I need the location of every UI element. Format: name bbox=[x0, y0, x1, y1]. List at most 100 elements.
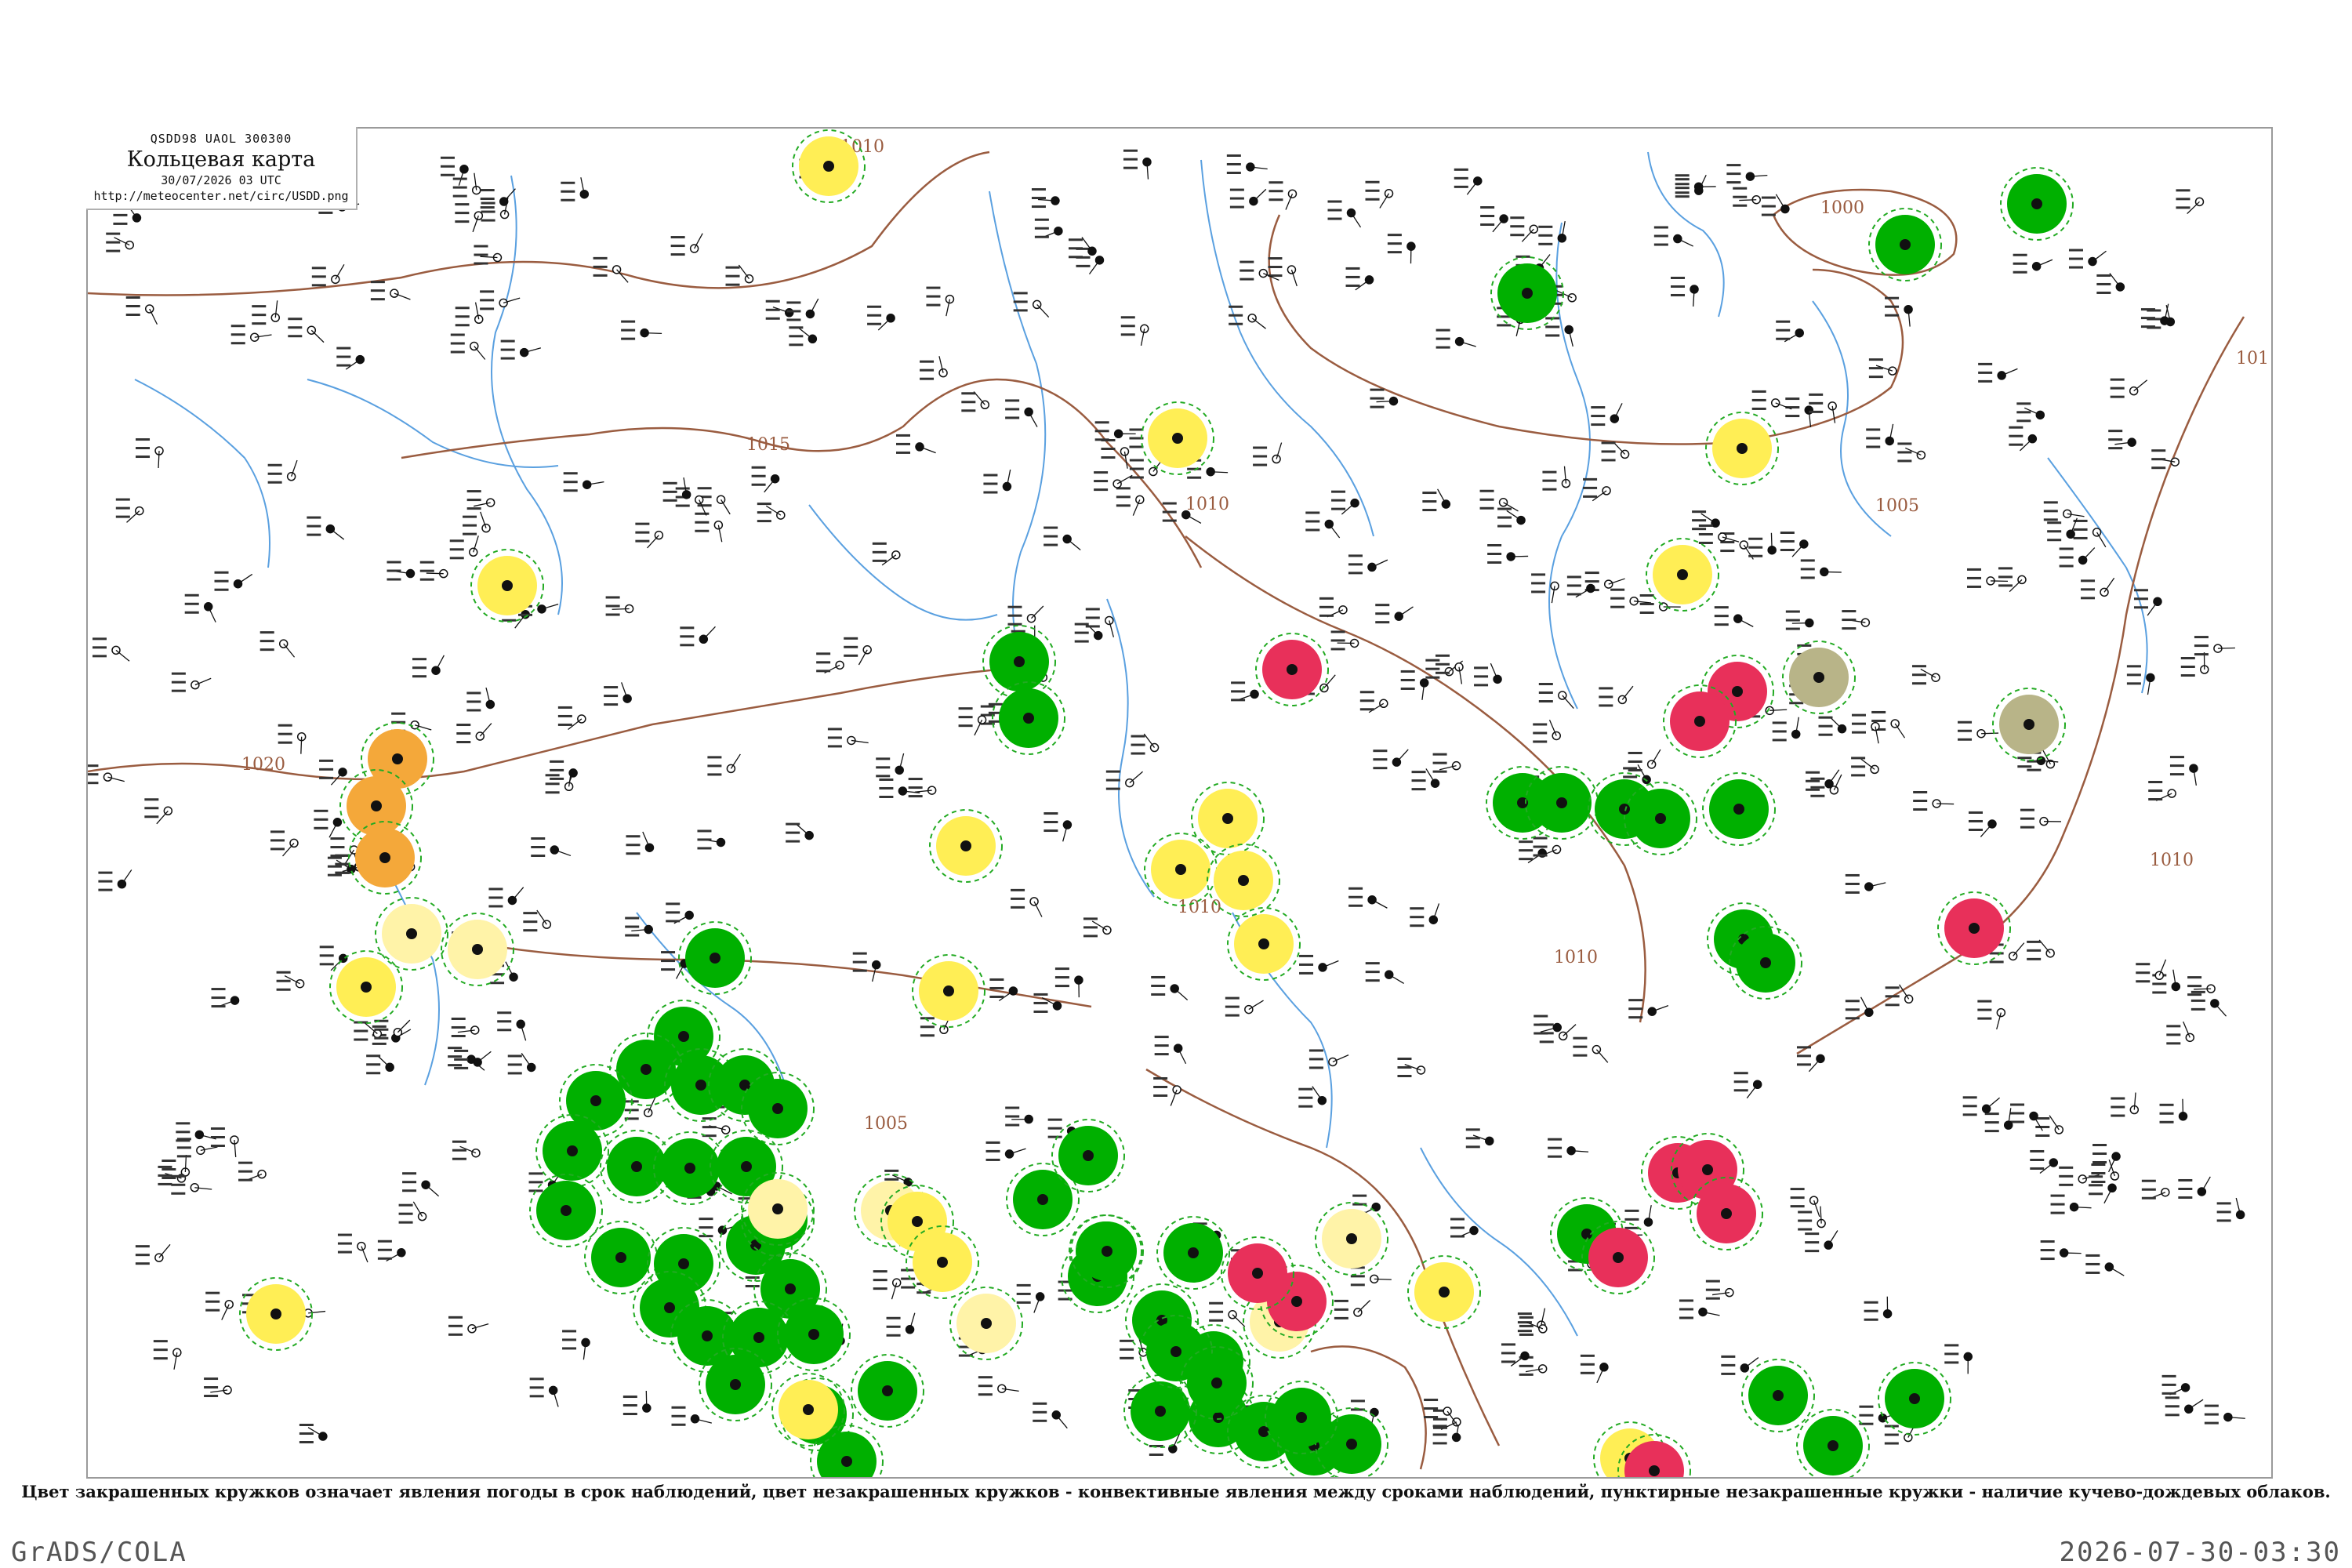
station-value-mark bbox=[920, 368, 935, 372]
station-plot bbox=[2110, 378, 2148, 398]
station-value-mark bbox=[1231, 699, 1246, 702]
station-value-mark bbox=[2161, 1392, 2176, 1395]
station-value-mark bbox=[450, 333, 465, 336]
station-plot bbox=[500, 339, 542, 360]
station-value-mark bbox=[153, 1348, 168, 1352]
station-value-mark bbox=[1871, 719, 1886, 722]
station-value-mark bbox=[1047, 1118, 1062, 1121]
station-value-mark bbox=[1851, 757, 1866, 760]
station-value-mark bbox=[311, 267, 326, 270]
station-value-mark bbox=[1519, 840, 1534, 844]
station-value-mark bbox=[144, 807, 159, 810]
station-value-mark bbox=[448, 1333, 463, 1336]
station-value-mark bbox=[488, 896, 503, 899]
wind-barb bbox=[426, 572, 444, 575]
station-value-mark bbox=[214, 579, 229, 583]
station-value-mark bbox=[2136, 963, 2151, 966]
station-value-mark bbox=[2169, 756, 2184, 759]
station-value-mark bbox=[989, 986, 1004, 989]
station-plot bbox=[2148, 781, 2176, 801]
wind-barb bbox=[238, 573, 253, 585]
station-plot bbox=[115, 498, 144, 523]
station-value-mark bbox=[1397, 1057, 1412, 1060]
station-value-mark bbox=[136, 447, 151, 450]
isobar-label: 1010 bbox=[1554, 948, 1598, 967]
station-symbol bbox=[567, 1145, 578, 1156]
station-value-mark bbox=[176, 1146, 191, 1149]
station-value-mark bbox=[448, 1316, 463, 1319]
station-value-mark bbox=[844, 645, 858, 648]
wind-barb bbox=[1248, 1000, 1264, 1011]
station-value-mark bbox=[707, 773, 722, 776]
station-value-mark bbox=[1776, 328, 1791, 332]
station-value-mark bbox=[466, 490, 481, 493]
station-value-mark bbox=[671, 1406, 686, 1409]
station-value-mark bbox=[466, 499, 481, 502]
station-value-mark bbox=[622, 1396, 637, 1399]
station-value-mark bbox=[481, 201, 495, 205]
station-value-mark bbox=[1542, 470, 1557, 474]
station-plot bbox=[1436, 328, 1476, 349]
wind-barb bbox=[2082, 547, 2096, 561]
station-value-mark bbox=[1533, 731, 1548, 735]
station-plot bbox=[1978, 362, 2018, 383]
station-value-mark bbox=[144, 798, 159, 801]
station-plot bbox=[1387, 234, 1416, 264]
station-value-mark bbox=[1519, 1373, 1534, 1376]
station-plot bbox=[529, 1377, 559, 1407]
station-plot bbox=[1120, 316, 1149, 346]
station-value-mark bbox=[88, 764, 99, 768]
station-value-mark bbox=[1330, 648, 1345, 651]
station-value-mark bbox=[270, 830, 285, 833]
station-value-mark bbox=[2020, 808, 2034, 811]
station-value-mark bbox=[497, 1020, 512, 1023]
station-plot bbox=[1705, 1279, 1734, 1300]
station-value-mark bbox=[1776, 337, 1791, 340]
station-value-mark bbox=[786, 840, 800, 843]
station-value-mark bbox=[1031, 205, 1046, 209]
station-value-mark bbox=[725, 266, 740, 269]
station-value-mark bbox=[1958, 720, 1973, 724]
station-value-mark bbox=[1714, 623, 1729, 626]
station-value-mark bbox=[1624, 1209, 1639, 1212]
station-value-mark bbox=[1105, 787, 1120, 790]
station-plot bbox=[1748, 532, 1777, 557]
station-symbol bbox=[1556, 797, 1567, 808]
isobar-label: 1005 bbox=[1875, 496, 1919, 516]
station-plot bbox=[153, 1340, 182, 1370]
station-value-mark bbox=[2161, 1383, 2176, 1386]
station-value-mark bbox=[500, 339, 515, 343]
station-plot bbox=[1548, 1138, 1589, 1158]
station-value-mark bbox=[1240, 260, 1254, 263]
station-symbol bbox=[1773, 1390, 1784, 1401]
map-url[interactable]: http://meteocenter.net/circ/USDD.png bbox=[86, 189, 356, 203]
station-plot bbox=[366, 1054, 394, 1075]
station-value-mark bbox=[1580, 1363, 1595, 1366]
station-value-mark bbox=[1044, 812, 1058, 815]
station-value-mark bbox=[210, 1127, 225, 1131]
station-plot bbox=[1911, 665, 1940, 685]
station-value-mark bbox=[1229, 205, 1244, 209]
station-value-mark bbox=[2187, 985, 2202, 988]
wind-barb bbox=[644, 332, 662, 335]
station-value-mark bbox=[1044, 543, 1058, 546]
station-plot bbox=[440, 156, 469, 186]
wind-barb bbox=[425, 1184, 440, 1197]
station-value-mark bbox=[184, 602, 199, 605]
station-value-mark bbox=[1591, 406, 1606, 409]
station-value-mark bbox=[1519, 1316, 1534, 1319]
station-value-mark bbox=[1818, 716, 1833, 719]
station-value-mark bbox=[2091, 1163, 2106, 1167]
station-value-mark bbox=[1842, 619, 1857, 622]
station-plot bbox=[1397, 1057, 1426, 1077]
station-plot bbox=[695, 512, 724, 543]
station-value-mark bbox=[1131, 752, 1145, 755]
station-value-mark bbox=[1911, 682, 1926, 685]
station-value-mark bbox=[1432, 1433, 1447, 1436]
station-value-mark bbox=[1334, 1308, 1348, 1311]
wind-barb bbox=[1737, 618, 1754, 627]
station-symbol bbox=[981, 1318, 992, 1329]
station-value-mark bbox=[1545, 325, 1560, 328]
station-plot bbox=[448, 1316, 489, 1336]
station-value-mark bbox=[1410, 924, 1425, 927]
